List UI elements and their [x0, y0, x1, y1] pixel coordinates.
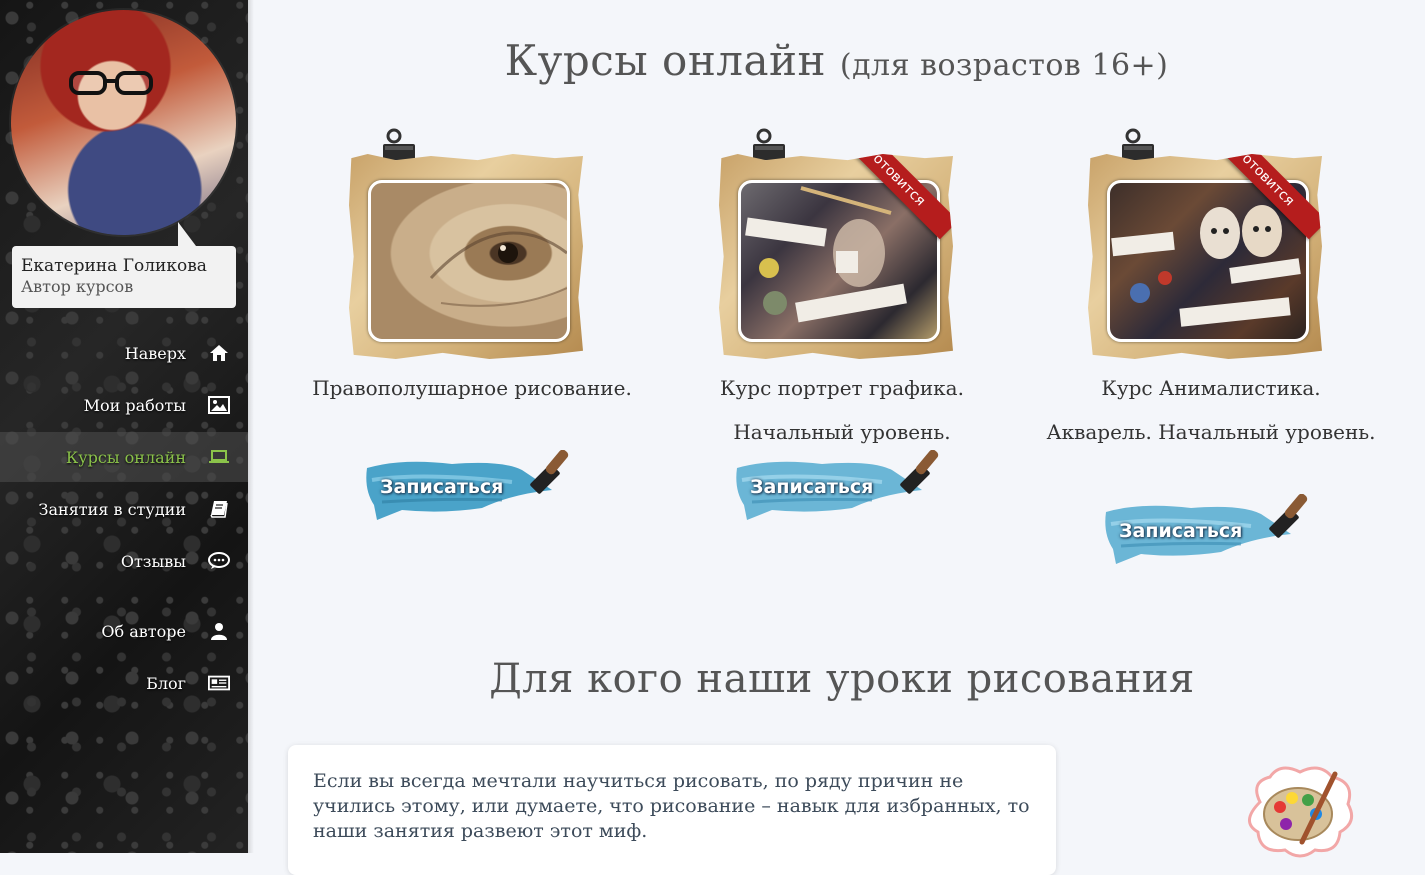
nav-item-about[interactable]: Об авторе: [0, 606, 248, 656]
audience-info-text: Если вы всегда мечтали научиться рисоват…: [313, 770, 1030, 842]
nav-item-works[interactable]: Мои работы: [0, 380, 248, 430]
courses-subtitle: (для возрастов 16+): [839, 48, 1169, 83]
sidebar: Екатерина Голикова Автор курсов Наверх М…: [0, 0, 248, 853]
newspaper-icon: [208, 672, 230, 694]
nav-item-reviews[interactable]: Отзывы: [0, 536, 248, 586]
enroll-label: Записаться: [380, 476, 504, 498]
enroll-label: Записаться: [1119, 520, 1243, 542]
nav-item-studio[interactable]: Занятия в студии: [0, 484, 248, 534]
nav-item-label: Наверх: [124, 343, 186, 363]
course-title: Курс Анималистика. Акварель. Начальный у…: [1046, 376, 1376, 444]
chat-icon: [208, 550, 230, 572]
user-icon: [208, 620, 230, 642]
audience-info-card: Если вы всегда мечтали научиться рисоват…: [288, 745, 1056, 875]
nav-item-label: Блог: [146, 673, 186, 693]
laptop-icon: [208, 446, 230, 468]
palette-icon: [1248, 766, 1354, 858]
audience-section-title: Для кого наши уроки рисования: [489, 656, 1195, 702]
home-icon: [208, 342, 230, 364]
nav-item-online-courses[interactable]: Курсы онлайн: [0, 432, 248, 482]
author-name: Екатерина Голикова: [21, 256, 207, 276]
nav-item-label: Об авторе: [101, 621, 186, 641]
course-frame: [349, 154, 583, 359]
course-title: Курс портрет графика. Начальный уровень.: [720, 376, 964, 444]
nav-item-label: Мои работы: [83, 395, 186, 415]
image-icon: [208, 394, 230, 416]
courses-section-title: Курсы онлайн (для возрастов 16+): [248, 36, 1425, 85]
course-title: Правополушарное рисование.: [312, 376, 632, 400]
enroll-button[interactable]: Записаться: [732, 449, 952, 530]
nav-item-top[interactable]: Наверх: [0, 328, 248, 378]
enroll-button[interactable]: Записаться: [1101, 493, 1321, 574]
glasses-icon: [69, 71, 153, 95]
enroll-label: Записаться: [750, 476, 874, 498]
courses-title: Курсы онлайн: [504, 36, 827, 85]
sidebar-shadow: [248, 0, 254, 853]
course-frame: Готовится: [719, 154, 953, 359]
author-role: Автор курсов: [21, 277, 134, 296]
profile-card: Екатерина Голикова Автор курсов: [12, 222, 236, 308]
course-frame: Готовится: [1088, 154, 1322, 359]
enroll-button[interactable]: Записаться: [362, 449, 582, 530]
book-icon: [208, 498, 230, 520]
nav-item-blog[interactable]: Блог: [0, 658, 248, 708]
course-image-eye: [368, 180, 570, 342]
nav-item-label: Занятия в студии: [38, 499, 186, 519]
nav-item-label: Отзывы: [120, 551, 186, 571]
nav-item-label: Курсы онлайн: [65, 447, 186, 467]
author-avatar: [11, 10, 236, 235]
